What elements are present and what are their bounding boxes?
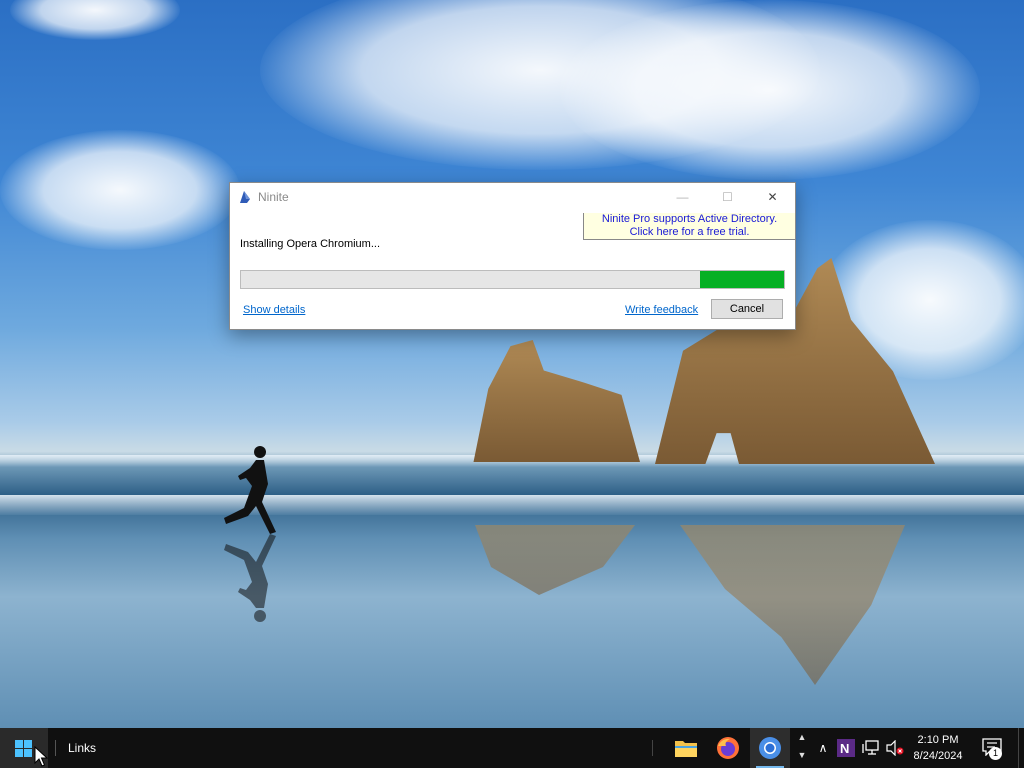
wallpaper-cloud — [560, 0, 980, 180]
promo-line-1: Ninite Pro supports Active Directory. — [601, 213, 778, 225]
notification-count-badge: 1 — [989, 747, 1002, 760]
close-icon: ✕ — [767, 190, 778, 204]
windows-logo-icon — [15, 740, 32, 757]
ninite-window[interactable]: Ninite — ☐ ✕ Ninite Pro supports Active … — [229, 182, 796, 330]
chromium-icon — [759, 737, 781, 759]
show-details-link[interactable]: Show details — [243, 304, 305, 316]
progress-fill — [699, 271, 784, 288]
wallpaper-cloud — [10, 0, 180, 40]
firefox-icon — [717, 737, 739, 759]
toolbar-separator[interactable] — [55, 740, 56, 756]
cancel-button[interactable]: Cancel — [711, 299, 783, 319]
wallpaper-surf — [0, 495, 1024, 515]
nvda-icon[interactable]: N — [836, 738, 856, 758]
minimize-button[interactable]: — — [660, 183, 705, 211]
install-status-text: Installing Opera Chromium... — [240, 238, 380, 250]
wallpaper-rock-reflection — [680, 525, 905, 685]
mouse-cursor-icon — [34, 746, 48, 767]
ninite-app-icon — [240, 191, 250, 203]
desktop-wallpaper — [0, 0, 1024, 728]
wallpaper-rock-reflection — [475, 525, 635, 595]
ninite-pro-promo-link[interactable]: Ninite Pro supports Active Directory. Cl… — [583, 213, 795, 240]
write-feedback-link[interactable]: Write feedback — [625, 304, 698, 316]
taskbar-chromium[interactable] — [750, 728, 790, 768]
clock-date: 8/24/2024 — [913, 750, 963, 762]
svg-text:N: N — [840, 741, 849, 756]
minimize-icon: — — [676, 190, 689, 204]
maximize-icon: ☐ — [722, 190, 733, 204]
taskbar-clock[interactable]: 2:10 PM 8/24/2024 — [908, 732, 968, 764]
wallpaper-cloud — [0, 130, 240, 250]
maximize-button[interactable]: ☐ — [705, 183, 750, 211]
window-title: Ninite — [258, 190, 289, 204]
links-toolbar-label[interactable]: Links — [68, 741, 96, 755]
scroll-down-icon[interactable]: ▼ — [794, 746, 810, 764]
close-button[interactable]: ✕ — [750, 183, 795, 211]
file-explorer-icon — [675, 741, 697, 757]
show-desktop-button[interactable] — [1018, 728, 1024, 768]
show-hidden-icons-chevron[interactable]: ∧ — [813, 738, 833, 758]
network-icon[interactable] — [861, 738, 881, 758]
title-bar[interactable]: Ninite — ☐ ✕ — [230, 183, 795, 211]
install-progress-bar — [240, 270, 785, 289]
wallpaper-rock-left — [473, 340, 640, 462]
taskbar-separator — [652, 740, 653, 756]
volume-muted-icon[interactable] — [885, 738, 905, 758]
taskbar: Links ▲ ▼ ∧ N 2:10 PM 8/24/2024 1 — [0, 728, 1024, 768]
taskbar-firefox[interactable] — [708, 728, 748, 768]
scroll-up-icon[interactable]: ▲ — [794, 728, 810, 746]
promo-line-2: Click here for a free trial. — [629, 226, 750, 238]
taskbar-file-explorer[interactable] — [666, 728, 706, 768]
wallpaper-runner — [224, 446, 276, 622]
clock-time: 2:10 PM — [917, 734, 959, 746]
taskbar-scroll-buttons[interactable]: ▲ ▼ — [794, 728, 810, 768]
